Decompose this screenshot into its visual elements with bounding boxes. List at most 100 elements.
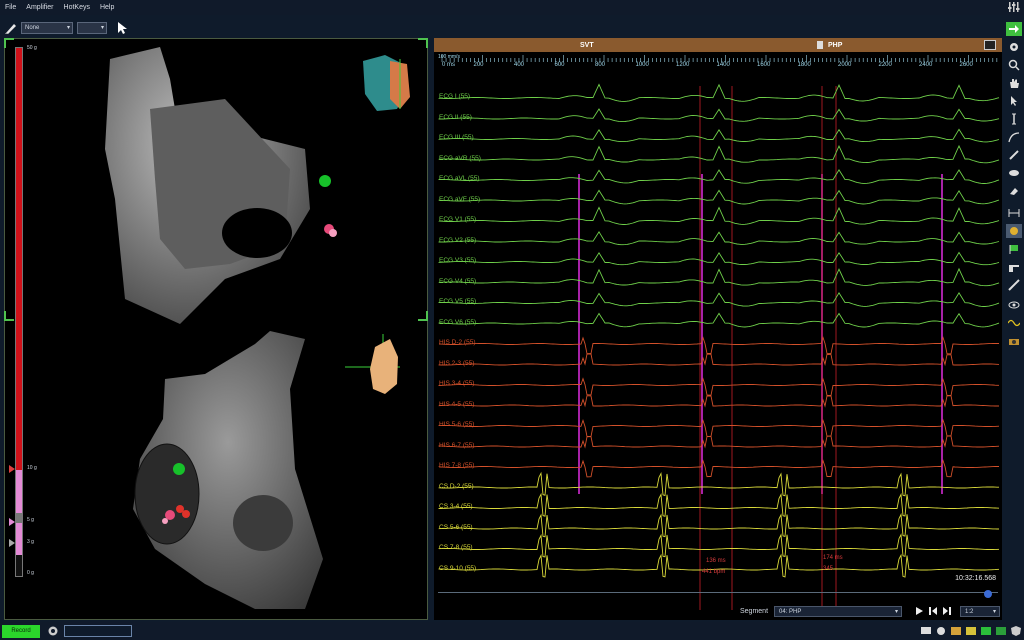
curve-tool[interactable]: [1006, 130, 1022, 144]
catheter-icon: [1008, 279, 1020, 291]
record-button[interactable]: Record: [2, 625, 40, 638]
channel-label[interactable]: ECG aVR (55): [439, 155, 481, 162]
channel-label[interactable]: HIS 5-6 (55): [439, 421, 474, 428]
waveform-tool[interactable]: [1006, 316, 1022, 330]
time-ruler[interactable]: 100 mm/s 0 ms 200 400 600 800 1000 1200 1400 160…: [434, 52, 1002, 74]
caliper-ms-2: 174 ms: [823, 555, 843, 561]
step-forward-icon[interactable]: [942, 606, 952, 616]
channel-label[interactable]: ECG II (55): [439, 114, 472, 121]
channel-trace: [438, 533, 1000, 558]
channel-label[interactable]: ECG I (55): [439, 93, 470, 100]
channel-trace: [438, 267, 1000, 287]
zoom-tool[interactable]: [1006, 58, 1022, 72]
ablation-point: [329, 229, 337, 237]
channel-label[interactable]: ECG III (55): [439, 134, 474, 141]
magnifier-icon: [1008, 59, 1020, 71]
flag-icon: [1009, 245, 1018, 254]
channel-label[interactable]: ECG V6 (55): [439, 319, 476, 326]
secondary-select[interactable]: ▾: [77, 22, 107, 34]
channel-label[interactable]: CS D-2 (55): [439, 483, 474, 490]
caliper-bpm-2: 345: [823, 566, 834, 572]
channel-label[interactable]: HIS D-2 (55): [439, 339, 475, 346]
menu-hotkeys[interactable]: HotKeys: [59, 0, 95, 15]
eraser-tool[interactable]: [1006, 184, 1022, 198]
cursor-icon[interactable]: [115, 21, 129, 35]
measure-tool[interactable]: [1006, 260, 1022, 274]
channel-trace: [438, 169, 1000, 184]
equalizer-icon[interactable]: [1008, 1, 1020, 13]
channel-label[interactable]: ECG aVL (55): [439, 175, 480, 182]
channel-label[interactable]: ECG aVF (55): [439, 196, 480, 203]
time-scrollbar[interactable]: [438, 590, 998, 598]
channel-label[interactable]: HIS 7-8 (55): [439, 462, 474, 469]
pen-icon[interactable]: [4, 21, 18, 35]
text-cursor-tool[interactable]: [1006, 112, 1022, 126]
gear-icon[interactable]: [47, 625, 59, 637]
channel-label[interactable]: ECG V2 (55): [439, 237, 476, 244]
step-back-icon[interactable]: [928, 606, 938, 616]
ruler-label: 1200: [676, 62, 690, 68]
monitor-icon[interactable]: [920, 625, 932, 637]
zoom-select[interactable]: 1:2 ▾: [960, 605, 1000, 617]
segment-select[interactable]: 04: PHP ▾: [774, 605, 902, 617]
map-toolbar: None ▾ ▾: [0, 18, 430, 38]
line-tool[interactable]: [1006, 148, 1022, 162]
catheter-tool[interactable]: [1006, 278, 1022, 292]
waveform-area[interactable]: [434, 74, 1002, 620]
channel-label[interactable]: ECG V1 (55): [439, 216, 476, 223]
signal-panel[interactable]: SVT PHP 100 mm/s 0 ms 200 400 600 800 1000 120…: [434, 38, 1002, 620]
pan-tool[interactable]: [1006, 76, 1022, 90]
ruler-label: 1000: [635, 62, 649, 68]
ruler-label: 400: [514, 62, 525, 68]
menu-help[interactable]: Help: [95, 0, 119, 15]
channel-label[interactable]: CS 5-6 (55): [439, 524, 473, 531]
menu-amplifier[interactable]: Amplifier: [21, 0, 58, 15]
gear-tool[interactable]: [1006, 40, 1022, 54]
orientation-head-side[interactable]: [345, 334, 400, 394]
channel-label[interactable]: ECG V5 (55): [439, 298, 476, 305]
visibility-tool[interactable]: [1006, 298, 1022, 312]
ruler-icon: [1009, 265, 1019, 272]
3d-map-panel[interactable]: 50 g 10 g 5 g 3 g 0 g: [4, 38, 428, 620]
chevron-down-icon: ▾: [100, 25, 104, 31]
anatomy-viewport[interactable]: [5, 39, 429, 621]
channel-trace: [438, 189, 1000, 205]
shield-icon[interactable]: [1010, 625, 1022, 637]
channel-label[interactable]: CS 9-10 (55): [439, 565, 476, 572]
play-icon[interactable]: [914, 606, 924, 616]
annotation-tool[interactable]: [1006, 242, 1022, 256]
screen-icon[interactable]: [980, 625, 992, 637]
app-window: File Amplifier HotKeys Help None ▾ ▾ 50 …: [0, 0, 1024, 640]
usb-icon[interactable]: [995, 625, 1007, 637]
channel-trace: [438, 395, 999, 408]
channel-label[interactable]: HIS 2-3 (55): [439, 360, 474, 367]
eraser-icon: [1010, 188, 1018, 195]
channel-label[interactable]: HIS 3-4 (55): [439, 380, 474, 387]
segment-toggle-button[interactable]: [984, 40, 996, 50]
camera-tool[interactable]: [1006, 334, 1022, 348]
export-button[interactable]: [1006, 22, 1022, 36]
map-select[interactable]: None ▾: [21, 22, 73, 34]
channel-label[interactable]: ECG V4 (55): [439, 278, 476, 285]
ruler-label: 800: [595, 62, 606, 68]
settings-icon[interactable]: [935, 625, 947, 637]
hand-icon: [1010, 79, 1019, 88]
catheter-tip-green: [173, 463, 185, 475]
channel-label[interactable]: ECG V3 (55): [439, 257, 476, 264]
channel-label[interactable]: CS 3-4 (55): [439, 503, 473, 510]
layers-icon[interactable]: [950, 625, 962, 637]
grid-icon[interactable]: [965, 625, 977, 637]
pointer-tool[interactable]: [1006, 94, 1022, 108]
marker-tool[interactable]: [1006, 224, 1022, 238]
caliper-tool[interactable]: [1006, 206, 1022, 220]
ellipse-tool[interactable]: [1006, 166, 1022, 180]
document-icon: [817, 41, 823, 49]
channel-label[interactable]: HIS 6-7 (55): [439, 442, 474, 449]
scroll-thumb[interactable]: [984, 590, 992, 598]
channel-label[interactable]: HIS 4-5 (55): [439, 401, 474, 408]
command-input[interactable]: [64, 625, 132, 637]
map-select-value: None: [25, 25, 40, 31]
menu-file[interactable]: File: [0, 0, 21, 15]
channel-label[interactable]: CS 7-8 (55): [439, 544, 473, 551]
orientation-head-top[interactable]: [363, 55, 410, 111]
